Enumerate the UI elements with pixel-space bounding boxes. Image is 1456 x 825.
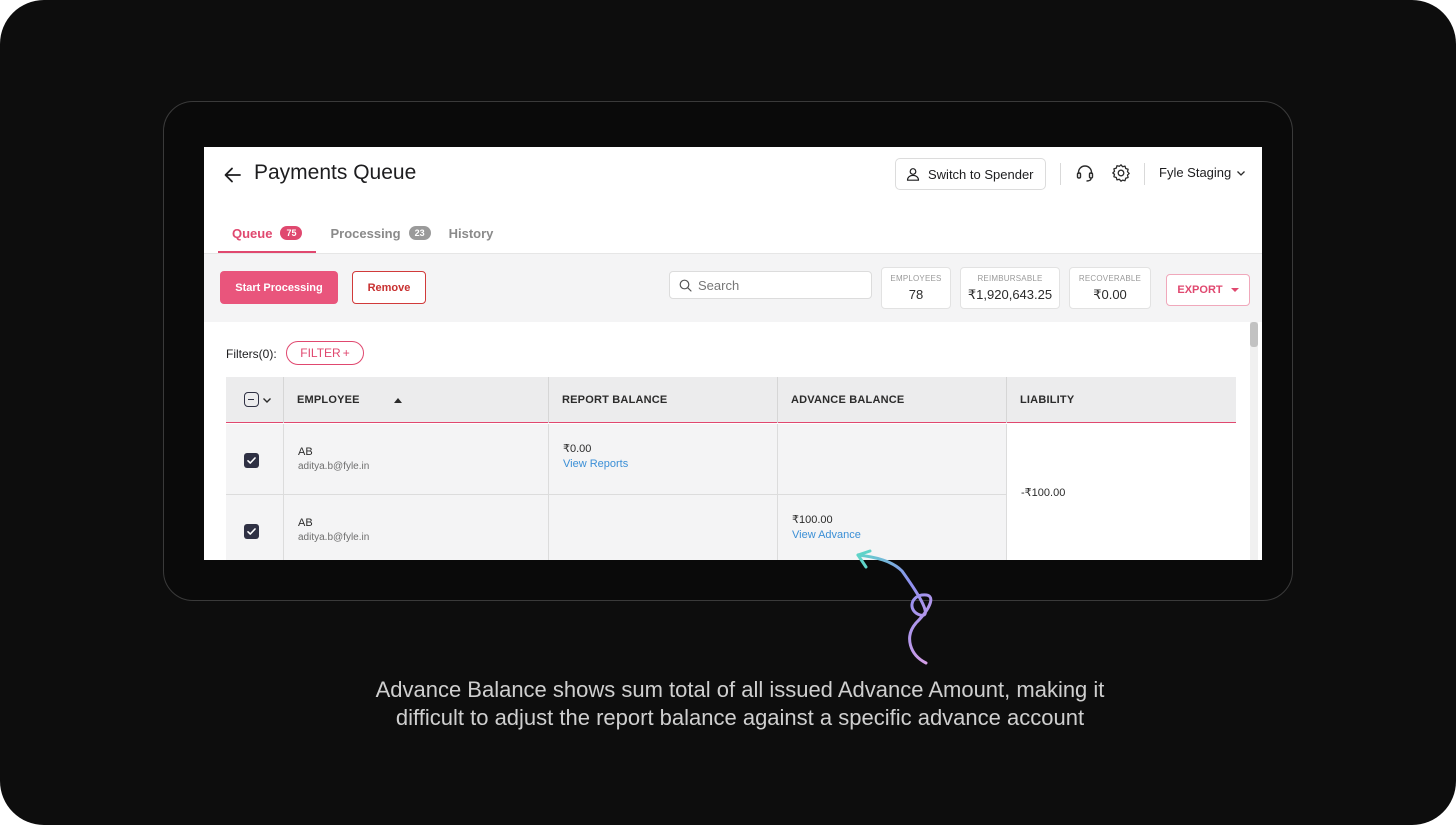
support-headset-icon[interactable] [1075,163,1095,183]
column-header-employee[interactable]: EMPLOYEE [283,377,548,423]
org-switcher[interactable]: Fyle Staging [1159,165,1246,180]
plus-icon: + [342,346,350,360]
view-advance-link[interactable]: View Advance [792,529,861,541]
tab-processing[interactable]: Processing 23 [316,213,444,253]
export-label: EXPORT [1177,284,1223,296]
check-icon [247,528,256,535]
column-label: ADVANCE BALANCE [791,394,905,406]
tab-bar: Queue 75 Processing 23 History [218,213,507,253]
check-icon [247,457,256,464]
settings-gear-icon[interactable] [1111,163,1131,183]
employee-name: AB [298,446,313,458]
column-divider [1006,424,1007,560]
stat-label: REIMBURSABLE [977,274,1043,283]
stat-employees: EMPLOYEES 78 [881,267,951,309]
stat-value: 78 [908,287,924,302]
header-divider [1060,163,1061,185]
annotation-caption: Advance Balance shows sum total of all i… [300,676,1180,732]
count-badge: 75 [280,226,303,240]
stat-label: EMPLOYEES [890,274,942,283]
presentation-stage: Payments Queue Switch to Spender Fyle St… [0,0,1456,825]
stat-value: ₹1,920,643.25 [967,287,1053,302]
annotation-arrow-icon [856,549,933,665]
search-input[interactable] [698,277,858,293]
filter-label: FILTER [300,346,341,360]
scrollbar-track [1250,322,1258,560]
employee-name: AB [298,517,313,529]
stat-value: ₹0.00 [1093,287,1127,302]
column-header-liability: LIABILITY [1006,377,1236,423]
column-label: LIABILITY [1020,394,1075,406]
app-header: Payments Queue Switch to Spender Fyle St… [204,147,1262,207]
employee-email: aditya.b@fyle.in [298,461,370,472]
export-button[interactable]: EXPORT [1166,274,1250,306]
filters-label: Filters(0): [226,347,277,361]
back-arrow-icon[interactable] [222,164,244,186]
tab-label: Processing [330,225,401,241]
page-title: Payments Queue [254,161,417,184]
count-badge: 23 [408,226,431,240]
table-row[interactable]: AB aditya.b@fyle.in ₹0.00 View Reports [226,424,1006,494]
start-processing-button[interactable]: Start Processing [220,271,338,304]
indeterminate-checkbox-icon [244,392,259,407]
switch-to-spender-button[interactable]: Switch to Spender [895,158,1046,190]
caption-line: Advance Balance shows sum total of all i… [375,677,1105,702]
chevron-down-icon [1237,170,1246,176]
header-divider-2 [1144,163,1145,185]
select-all-checkbox[interactable] [244,392,272,407]
org-name: Fyle Staging [1159,165,1232,180]
action-toolbar: Start Processing Remove EMPLOYEES 78 REI… [204,254,1262,322]
table-header: EMPLOYEE REPORT BALANCE ADVANCE BALANCE … [226,377,1236,423]
column-label: REPORT BALANCE [562,394,668,406]
caption-line: difficult to adjust the report balance a… [395,705,1085,730]
tab-history[interactable]: History [445,213,508,253]
liability-value: -₹100.00 [1021,487,1066,499]
scrollbar-thumb[interactable] [1250,322,1258,347]
user-icon [906,168,920,181]
stat-recoverable: RECOVERABLE ₹0.00 [1069,267,1151,309]
payments-table: EMPLOYEE REPORT BALANCE ADVANCE BALANCE … [226,377,1236,560]
view-reports-link[interactable]: View Reports [563,458,628,470]
stat-reimbursable: REIMBURSABLE ₹1,920,643.25 [960,267,1060,309]
caret-down-icon [1230,288,1239,292]
add-filter-button[interactable]: FILTER + [286,341,364,365]
row-checkbox[interactable] [244,453,259,468]
tab-label: History [448,225,494,241]
column-header-report-balance: REPORT BALANCE [548,377,777,423]
app-screen: Payments Queue Switch to Spender Fyle St… [204,147,1262,560]
advance-balance-value: ₹100.00 [792,514,833,526]
tab-label: Queue [232,225,273,241]
remove-button[interactable]: Remove [352,271,426,304]
column-header-advance-balance: ADVANCE BALANCE [777,377,1006,423]
chevron-down-icon [263,397,271,403]
search-box [669,271,872,299]
column-label: EMPLOYEE [297,394,360,406]
report-balance-value: ₹0.00 [563,443,592,455]
employee-email: aditya.b@fyle.in [298,532,370,543]
tab-queue[interactable]: Queue 75 [218,213,317,253]
switch-to-spender-label: Switch to Spender [928,166,1034,182]
search-icon [679,279,692,292]
sort-ascending-icon [393,397,402,403]
stat-label: RECOVERABLE [1078,274,1142,283]
row-checkbox[interactable] [244,524,259,539]
